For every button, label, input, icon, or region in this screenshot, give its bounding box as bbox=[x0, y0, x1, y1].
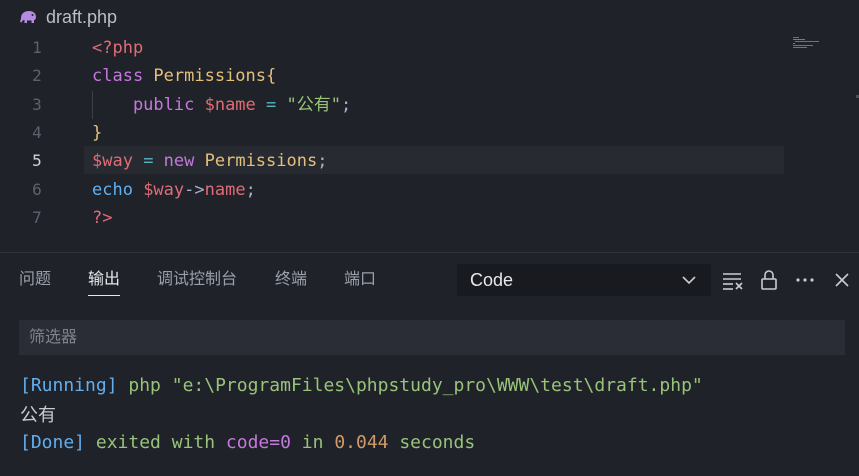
code-line[interactable]: 4} bbox=[0, 119, 790, 147]
elapsed-time: 0.044 bbox=[334, 432, 389, 453]
output-log: [Running] php "e:\ProgramFiles\phpstudy_… bbox=[20, 372, 850, 458]
code-token: = bbox=[255, 94, 287, 115]
clear-output-icon[interactable] bbox=[721, 268, 745, 292]
done-text: exited with bbox=[85, 432, 226, 453]
code-line[interactable]: 2 class Permissions{ bbox=[0, 62, 790, 90]
minimap[interactable] bbox=[793, 34, 821, 48]
output-result-line: 公有 bbox=[20, 401, 850, 430]
code-text: <?php bbox=[92, 34, 143, 62]
code-token: } bbox=[92, 122, 103, 143]
tab-output[interactable]: 输出 bbox=[88, 262, 121, 302]
code-token: "公有" bbox=[286, 94, 341, 115]
code-text: } bbox=[92, 119, 102, 147]
running-command: php "e:\ProgramFiles\phpstudy_pro\WWW\te… bbox=[117, 375, 703, 396]
done-text-seconds: seconds bbox=[388, 432, 476, 453]
line-number: 7 bbox=[32, 207, 42, 227]
filter-input[interactable] bbox=[19, 320, 845, 355]
code-token: new bbox=[163, 151, 205, 172]
code-text: echo $way->name; bbox=[92, 176, 256, 204]
line-number: 4 bbox=[32, 122, 42, 142]
code-token: echo bbox=[92, 179, 144, 200]
code-token: ; bbox=[340, 94, 352, 115]
chevron-down-icon bbox=[680, 271, 698, 289]
code-line[interactable]: 7 ?> bbox=[0, 204, 790, 232]
output-running-line: [Running] php "e:\ProgramFiles\phpstudy_… bbox=[20, 372, 850, 401]
done-text-in: in bbox=[290, 432, 335, 453]
code-text: public $name = "公有"; bbox=[92, 91, 351, 119]
line-number: 6 bbox=[32, 179, 42, 199]
code-line[interactable]: 3 public $name = "公有"; bbox=[0, 90, 790, 119]
line-number: 1 bbox=[32, 38, 42, 57]
code-line[interactable]: 5 $way = new Permissions; bbox=[0, 147, 790, 175]
editor-tab[interactable]: draft.php bbox=[0, 0, 859, 34]
lock-icon[interactable] bbox=[757, 268, 781, 292]
running-tag: [Running] bbox=[20, 375, 118, 396]
code-text: class Permissions{ bbox=[92, 62, 276, 90]
more-icon[interactable] bbox=[793, 268, 817, 292]
done-tag: [Done] bbox=[20, 432, 86, 453]
code-token: Permissions bbox=[204, 151, 318, 172]
tab-debug-console[interactable]: 调试控制台 bbox=[157, 262, 237, 302]
php-elephant-icon bbox=[18, 10, 38, 24]
code-token: name bbox=[204, 179, 246, 200]
code-text: $way = new Permissions; bbox=[92, 147, 327, 175]
close-icon[interactable] bbox=[830, 268, 854, 292]
code-token: $name bbox=[204, 94, 256, 115]
line-number: 3 bbox=[32, 94, 42, 114]
code-text: ?> bbox=[92, 204, 112, 232]
line-number: 2 bbox=[32, 66, 42, 86]
panel-divider bbox=[0, 252, 859, 253]
tab-terminal[interactable]: 终端 bbox=[275, 262, 307, 302]
code-line[interactable]: 1 <?php bbox=[0, 34, 790, 62]
output-done-line: [Done] exited with code=0 in 0.044 secon… bbox=[20, 429, 850, 458]
file-name: draft.php bbox=[46, 6, 118, 27]
tab-problems[interactable]: 问题 bbox=[19, 262, 51, 302]
code-token: ; bbox=[317, 151, 328, 172]
code-token: -> bbox=[184, 179, 205, 200]
tab-ports[interactable]: 端口 bbox=[344, 262, 376, 302]
code-token: = bbox=[132, 151, 164, 172]
exit-code: code=0 bbox=[225, 432, 291, 453]
output-filter[interactable] bbox=[19, 320, 845, 355]
code-token: $way bbox=[92, 151, 133, 172]
code-token: ; bbox=[245, 179, 256, 200]
code-token: $way bbox=[143, 179, 185, 200]
code-line[interactable]: 6 echo $way->name; bbox=[0, 176, 790, 204]
output-channel-select[interactable]: Code bbox=[457, 264, 711, 296]
line-number: 5 bbox=[32, 151, 42, 171]
code-token: class bbox=[92, 66, 154, 87]
code-editor[interactable]: 1 <?php 2 class Permissions{3 public $name … bbox=[0, 34, 859, 252]
code-token: <?php bbox=[92, 38, 144, 58]
code-token: ?> bbox=[92, 207, 113, 228]
output-channel-value: Code bbox=[470, 269, 514, 290]
code-token: public bbox=[92, 94, 205, 115]
code-token: Permissions{ bbox=[153, 66, 277, 87]
program-output: 公有 bbox=[20, 404, 56, 425]
